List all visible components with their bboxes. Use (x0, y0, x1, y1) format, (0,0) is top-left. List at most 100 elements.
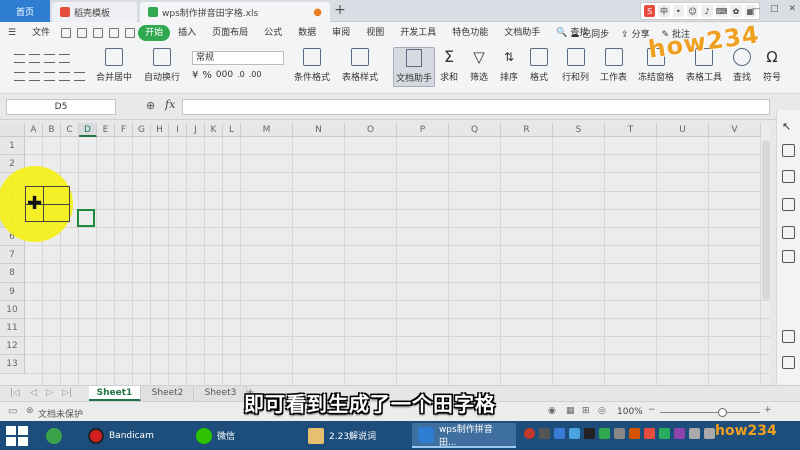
row-header-12[interactable]: 12 (0, 337, 25, 356)
conditional-format-button[interactable]: 条件格式 (294, 48, 330, 83)
column-header-v[interactable]: V (709, 123, 761, 137)
eye-icon[interactable]: ◉ (548, 406, 556, 416)
indent-icon[interactable] (74, 72, 85, 81)
menu-file[interactable]: 文件 (24, 22, 58, 44)
worksheet-button[interactable]: 工作表 (600, 48, 627, 83)
zoom-in-button[interactable]: + (764, 405, 772, 415)
save-icon[interactable] (61, 28, 72, 38)
column-header-i[interactable]: I (169, 123, 187, 137)
tab-file[interactable]: wps制作拼音田字格.xls ● (140, 2, 330, 22)
menu-home[interactable]: 开始 (138, 25, 171, 41)
column-header-e[interactable]: E (97, 123, 115, 137)
ime-mode-icon[interactable]: 中 (658, 5, 670, 17)
tray-cube-icon[interactable] (554, 428, 565, 439)
align-center-icon[interactable] (29, 72, 40, 81)
row-header-10[interactable]: 10 (0, 300, 25, 319)
currency-icon[interactable]: ¥ (192, 70, 198, 81)
tray-nvidia-icon[interactable] (659, 428, 670, 439)
column-header-l[interactable]: L (223, 123, 241, 137)
tray-cloud-icon[interactable] (569, 428, 580, 439)
align-left-icon[interactable] (14, 72, 25, 81)
table-icon[interactable] (782, 198, 795, 211)
taskbar-bandicam[interactable]: Bandicam (82, 423, 186, 448)
tray-qq-icon[interactable] (584, 428, 595, 439)
menu-page-layout[interactable]: 页面布局 (204, 22, 256, 44)
data-icon[interactable] (782, 250, 795, 263)
number-format-select[interactable]: 常规 (192, 51, 284, 65)
column-header-n[interactable]: N (293, 123, 345, 137)
row-header-7[interactable]: 7 (0, 246, 25, 265)
taskbar-wps[interactable]: wps制作拼音田... (412, 423, 516, 448)
share-button[interactable]: ⇪ 分享 (621, 27, 649, 40)
minimize-button[interactable]: — (751, 4, 760, 14)
column-header-g[interactable]: G (133, 123, 151, 137)
row-header-1[interactable]: 1 (0, 137, 25, 156)
shapes-icon[interactable] (782, 144, 795, 157)
mic-icon[interactable]: ♪ (701, 5, 713, 17)
first-sheet-icon[interactable]: |◁ (10, 388, 20, 398)
help-icon[interactable] (782, 330, 795, 343)
column-header-t[interactable]: T (605, 123, 657, 137)
start-button[interactable] (4, 424, 28, 448)
sort-button[interactable]: ⇅ 排序 (500, 48, 518, 83)
tray-app-icon[interactable] (614, 428, 625, 439)
zoom-level[interactable]: 100% (617, 407, 643, 417)
row-header-11[interactable]: 11 (0, 319, 25, 338)
fx-icon[interactable]: fx (165, 98, 175, 111)
column-header-q[interactable]: Q (449, 123, 501, 137)
align-justify-icon[interactable] (59, 54, 70, 63)
column-header-f[interactable]: F (115, 123, 133, 137)
align-right-icon[interactable] (44, 72, 55, 81)
undo-icon[interactable] (109, 28, 120, 38)
tray-sync-icon[interactable] (629, 428, 640, 439)
tray-misc-icon[interactable] (674, 428, 685, 439)
menu-developer[interactable]: 开发工具 (392, 22, 444, 44)
column-header-c[interactable]: C (61, 123, 79, 137)
row-col-button[interactable]: 行和列 (562, 48, 589, 83)
normal-view-icon[interactable]: ▦ (566, 406, 575, 416)
column-header-a[interactable]: A (25, 123, 43, 137)
column-header-p[interactable]: P (397, 123, 449, 137)
distribute-icon[interactable] (59, 72, 70, 81)
table-style-button[interactable]: 表格样式 (342, 48, 378, 83)
decrease-decimal-icon[interactable]: .00 (249, 70, 262, 81)
ime-toolbar[interactable]: S 中 • ☺ ♪ ⌨ ✿ ▦ (640, 2, 760, 20)
increase-decimal-icon[interactable]: .0 (237, 70, 245, 81)
tray-shield-icon[interactable] (599, 428, 610, 439)
column-header-b[interactable]: B (43, 123, 61, 137)
sidebar-toggle-icon[interactable] (782, 356, 795, 369)
keyboard-icon[interactable]: ⌨ (715, 5, 728, 17)
column-header-o[interactable]: O (345, 123, 397, 137)
zoom-slider-knob[interactable] (718, 408, 727, 417)
symbol-button[interactable]: Ω 符号 (763, 48, 781, 83)
menu-data[interactable]: 数据 (290, 22, 324, 44)
column-header-d[interactable]: D (79, 123, 97, 137)
unsaved-dot-icon[interactable]: ● (313, 7, 322, 18)
sheet-tab-3[interactable]: Sheet3 (195, 386, 247, 401)
menu-review[interactable]: 审阅 (324, 22, 358, 44)
column-header-k[interactable]: K (205, 123, 223, 137)
punctuation-icon[interactable]: • (672, 5, 685, 17)
spreadsheet-grid[interactable]: ABCDEFGHIJKLMNOPQRSTUV 12345678910111213… (0, 123, 770, 385)
menu-doc-helper[interactable]: 文档助手 (496, 22, 548, 44)
last-sheet-icon[interactable]: ▷| (62, 388, 72, 398)
page-break-icon[interactable]: ⊞ (582, 406, 590, 416)
thousands-icon[interactable]: 000 (216, 70, 233, 81)
format-button[interactable]: 格式 (530, 48, 548, 83)
merge-center-button[interactable]: 合并居中 (96, 48, 132, 83)
sheet-tab-2[interactable]: Sheet2 (142, 386, 194, 401)
tab-template[interactable]: 稻壳模板 (52, 2, 137, 22)
row-header-13[interactable]: 13 (0, 355, 25, 374)
wrap-text-button[interactable]: 自动换行 (144, 48, 180, 83)
skin-icon[interactable]: ✿ (730, 5, 742, 17)
formula-input[interactable] (182, 99, 770, 115)
taskbar-folder[interactable]: 2.23解说词 (302, 423, 406, 448)
menu-view[interactable]: 视图 (358, 22, 392, 44)
print-icon[interactable] (77, 28, 88, 38)
protection-status[interactable]: 文档未保护 (38, 407, 83, 420)
find-button[interactable]: 查找 (733, 48, 751, 83)
doc-helper-button[interactable]: 文档助手 (393, 47, 435, 87)
taskbar-wechat[interactable]: 微信 (190, 423, 294, 448)
read-mode-icon[interactable]: ◎ (598, 406, 606, 416)
backup-icon[interactable] (782, 170, 795, 183)
